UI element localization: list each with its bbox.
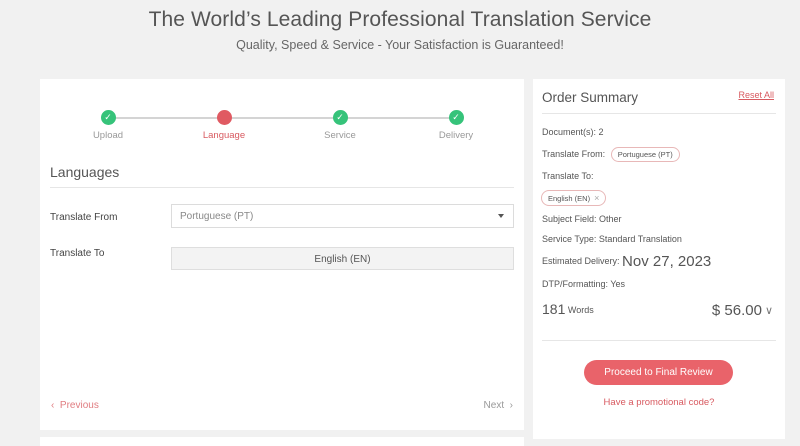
- progress-stepper: ✓ Upload Language ✓ Service ✓ Delivery: [40, 109, 524, 149]
- step-label: Upload: [92, 130, 124, 141]
- divider: [542, 340, 776, 341]
- active-step-dot-icon: [216, 110, 232, 125]
- order-summary-card: Order Summary Reset All Document(s): 2 T…: [533, 79, 785, 439]
- chevron-left-icon: ‹: [51, 400, 55, 411]
- divider: [542, 113, 776, 114]
- word-count-number: 181: [542, 301, 566, 317]
- translate-to-field[interactable]: English (EN): [171, 247, 514, 270]
- chevron-right-icon: ›: [509, 400, 513, 411]
- check-icon: ✓: [100, 110, 116, 125]
- remove-icon[interactable]: ×: [594, 193, 599, 203]
- step-service[interactable]: ✓ Service: [290, 109, 390, 141]
- check-icon: ✓: [332, 110, 348, 125]
- estimated-delivery: Estimated Delivery: Nov 27, 2023: [542, 253, 711, 270]
- translate-from-row: Translate From: Portuguese (PT): [542, 147, 680, 162]
- page-subtitle: Quality, Speed & Service - Your Satisfac…: [236, 38, 564, 52]
- step-label: Language: [202, 130, 246, 141]
- languages-heading: Languages: [50, 164, 120, 180]
- check-icon: ✓: [448, 110, 464, 125]
- total-price: $ 56.00: [711, 302, 762, 319]
- previous-label: Previous: [59, 400, 99, 411]
- dtp-formatting: DTP/Formatting: Yes: [542, 279, 626, 289]
- translate-from-select[interactable]: Portuguese (PT): [171, 204, 514, 228]
- translate-to-label: Translate To: [50, 248, 105, 259]
- step-upload[interactable]: ✓ Upload: [58, 109, 158, 141]
- subject-field: Subject Field: Other: [542, 214, 622, 224]
- page-header: The World’s Leading Professional Transla…: [0, 8, 800, 52]
- divider: [50, 187, 514, 188]
- translate-to-label: Translate To:: [542, 171, 594, 181]
- next-label: Next: [483, 400, 505, 411]
- chevron-down-icon: ∨: [764, 305, 773, 317]
- translate-from-value: Portuguese (PT): [180, 211, 254, 222]
- order-form-card: ✓ Upload Language ✓ Service ✓ Delivery L…: [40, 79, 524, 430]
- step-label: Service: [324, 130, 356, 141]
- target-language-pill: English (EN) ×: [541, 190, 607, 206]
- page-title: The World’s Leading Professional Transla…: [148, 8, 652, 31]
- target-language-row: English (EN) ×: [541, 190, 607, 206]
- price-toggle[interactable]: $ 56.00 ∨: [712, 302, 773, 319]
- caret-down-icon: [498, 214, 504, 218]
- promo-code-link[interactable]: Have a promotional code?: [533, 397, 785, 408]
- step-language[interactable]: Language: [174, 109, 274, 141]
- step-delivery[interactable]: ✓ Delivery: [406, 109, 506, 141]
- pill-label: English (EN): [548, 194, 591, 203]
- translate-from-label: Translate From:: [542, 148, 606, 159]
- proceed-button[interactable]: Proceed to Final Review: [584, 360, 733, 385]
- delivery-date: Nov 27, 2023: [622, 253, 712, 270]
- translate-to-value: English (EN): [314, 254, 371, 265]
- stepper-track: [108, 117, 456, 119]
- reset-all-link[interactable]: Reset All: [738, 90, 774, 100]
- secondary-card: [40, 437, 524, 446]
- documents-count: Document(s): 2: [542, 127, 604, 137]
- words-label: Words: [567, 305, 594, 315]
- order-summary-title: Order Summary: [542, 90, 639, 105]
- word-count: 181 Words: [542, 301, 594, 317]
- source-language-pill: Portuguese (PT): [610, 147, 680, 162]
- next-button[interactable]: Next ›: [484, 400, 513, 411]
- previous-button[interactable]: ‹ Previous: [51, 400, 99, 411]
- translate-from-label: Translate From: [50, 212, 118, 223]
- service-type: Service Type: Standard Translation: [542, 234, 682, 244]
- delivery-label: Estimated Delivery:: [542, 256, 620, 266]
- pill-label: Portuguese (PT): [617, 150, 673, 159]
- step-label: Delivery: [438, 130, 474, 141]
